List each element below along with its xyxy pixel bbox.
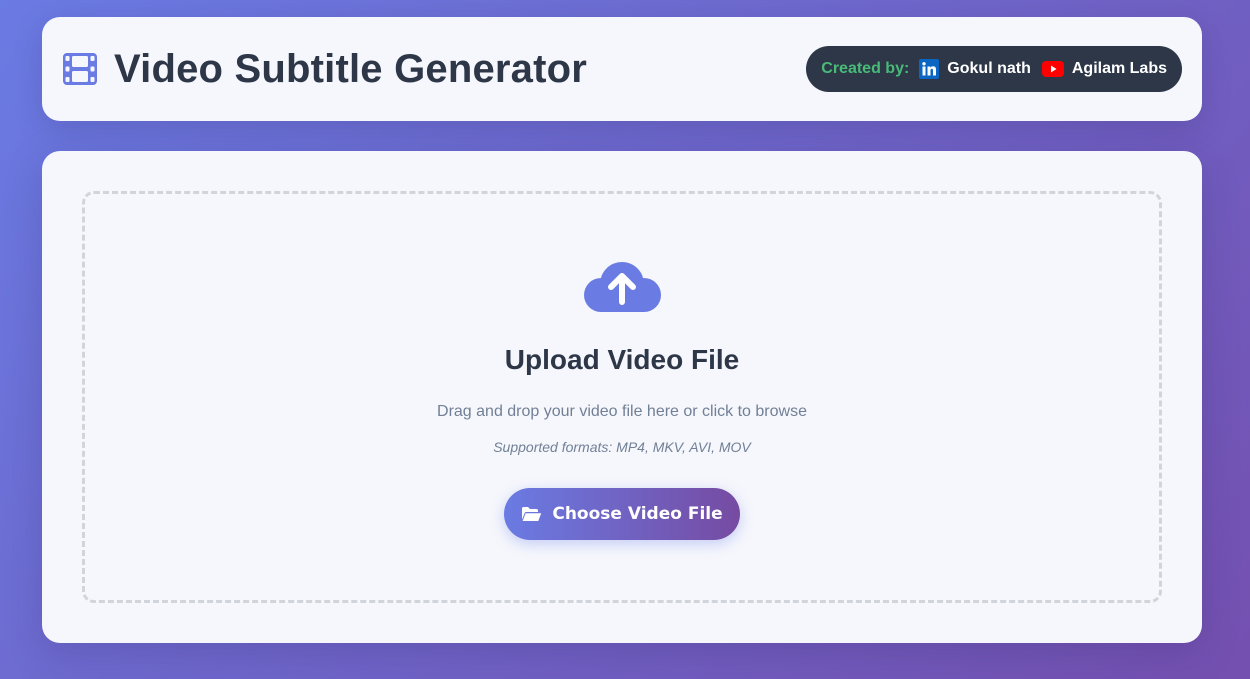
brand: Video Subtitle Generator: [62, 47, 587, 92]
youtube-link-label: Agilam Labs: [1071, 60, 1167, 77]
youtube-link[interactable]: Agilam Labs: [1041, 60, 1167, 78]
upload-hint: Drag and drop your video file here or cl…: [437, 403, 807, 420]
folder-open-icon: [522, 507, 542, 521]
linkedin-link[interactable]: Gokul nath: [919, 59, 1031, 79]
linkedin-link-label: Gokul nath: [947, 60, 1031, 77]
youtube-icon: [1041, 61, 1064, 77]
credits-badge: Created by: Gokul nath Agilam Labs: [806, 46, 1182, 92]
linkedin-icon: [919, 59, 940, 79]
choose-video-button[interactable]: Choose Video File: [504, 488, 740, 540]
upload-title: Upload Video File: [504, 344, 740, 375]
credits-label: Created by:: [821, 60, 910, 77]
app-header: Video Subtitle Generator Created by: Gok…: [42, 17, 1202, 121]
page-title: Video Subtitle Generator: [114, 46, 588, 91]
upload-dropzone[interactable]: Upload Video File Drag and drop your vid…: [82, 191, 1162, 603]
upload-card: Upload Video File Drag and drop your vid…: [42, 151, 1202, 643]
choose-video-button-label: Choose Video File: [552, 504, 723, 524]
supported-formats: Supported formats: MP4, MKV, AVI, MOV: [493, 439, 751, 455]
cloud-upload-icon: [584, 262, 661, 312]
film-icon: [63, 53, 97, 85]
